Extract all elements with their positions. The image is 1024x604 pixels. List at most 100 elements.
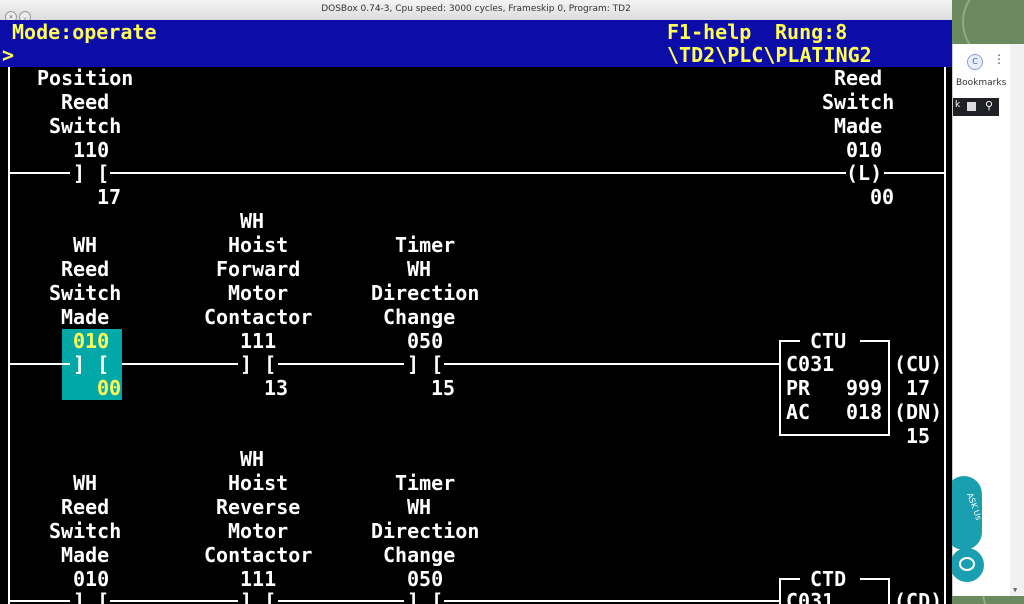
search-icon[interactable]: ⚲	[985, 99, 993, 112]
ctu-accum-value: 018	[846, 400, 883, 424]
ctu-dn-bit: 15	[906, 424, 931, 448]
status-header: Mode:operate F1-help Rung:8 > \TD2\PLC\P…	[0, 20, 952, 67]
browser-menu-icon[interactable]: ⋮	[993, 52, 1005, 66]
rung10-wire	[444, 600, 780, 602]
rung10-c2-address: 111	[240, 567, 277, 591]
ctu-dn-output[interactable]: (DN)	[894, 400, 942, 424]
rung10-c1-label-1: WH	[73, 471, 98, 495]
ctu-accum-label: AC	[786, 400, 811, 424]
rung10-c1-label-4: Made	[61, 543, 110, 567]
rung10-c3-symbol[interactable]: ] [	[407, 589, 443, 604]
rung8-latch-coil[interactable]: (L)	[846, 161, 882, 185]
window-title: DOSBox 0.74-3, Cpu speed: 3000 cycles, F…	[321, 4, 631, 14]
rung10-c3-label-3: Direction	[371, 519, 480, 543]
rung9-c3-label-2: WH	[407, 257, 432, 281]
ladder-screen: Mode:operate F1-help Rung:8 > \TD2\PLC\P…	[0, 20, 952, 604]
rung9-c2-label-3: Forward	[216, 257, 301, 281]
rung9-c3-bit: 15	[431, 376, 456, 400]
rung10-c1-label-3: Switch	[49, 519, 122, 543]
rung10-c2-label-1: WH	[240, 447, 265, 471]
rung10-c3-label-4: Change	[383, 543, 456, 567]
rung9-c2-symbol[interactable]: ] [	[240, 352, 276, 376]
rung10-c3-label-2: WH	[407, 495, 432, 519]
dosbox-window: × ⌄ DOSBox 0.74-3, Cpu speed: 3000 cycles…	[0, 0, 952, 604]
rung10-c2-label-5: Contactor	[204, 543, 313, 567]
rung9-c3-address: 050	[407, 329, 444, 353]
ctu-preset-value: 999	[846, 376, 883, 400]
rung8-contact-address: 110	[73, 138, 110, 162]
rung10-c2-label-3: Reverse	[216, 495, 301, 519]
rung8-coil-address: 010	[846, 138, 883, 162]
rung8-wire	[884, 172, 944, 174]
rung9-c1-label-1: WH	[73, 233, 98, 257]
rung8-contact-bit: 17	[97, 185, 122, 209]
ctd-counter-address: C031	[786, 589, 835, 604]
ctd-title: CTD	[810, 567, 847, 591]
rung9-c2-label-5: Contactor	[204, 305, 313, 329]
rung9-c3-label-4: Change	[383, 305, 456, 329]
rung-indicator: Rung:8	[775, 20, 848, 44]
rung8-contact-label-1: Position	[37, 66, 134, 90]
rung9-c2-address: 111	[240, 329, 277, 353]
rung9-c1-bit: 00	[97, 376, 122, 400]
rung8-contact-label-3: Switch	[49, 114, 122, 138]
rung8-contact-symbol[interactable]: ] [	[73, 161, 109, 185]
rung9-c2-label-4: Motor	[228, 281, 289, 305]
rung10-wire	[278, 600, 404, 602]
rung9-c1-address: 010	[73, 329, 110, 353]
rung9-c1-label-2: Reed	[61, 257, 110, 281]
scroll-down-icon[interactable]: ▼	[1013, 586, 1017, 594]
rung10-wire	[8, 600, 70, 602]
rung9-wire	[122, 363, 238, 365]
rung8-wire	[110, 172, 846, 174]
ctd-cd-output[interactable]: (CD)	[894, 589, 942, 604]
rung9-c3-label-3: Direction	[371, 281, 480, 305]
ask-us-label: ASK Us	[965, 491, 984, 522]
rung8-coil-bit: 00	[870, 185, 895, 209]
rung10-c1-symbol[interactable]: ] [	[73, 589, 109, 604]
rung10-c3-address: 050	[407, 567, 444, 591]
ctu-counter-address: C031	[786, 352, 835, 376]
mode-indicator: Mode:operate	[12, 20, 157, 44]
rung10-wire	[110, 600, 238, 602]
tab-fragment: k	[955, 100, 961, 110]
profile-avatar[interactable]: C	[967, 54, 983, 70]
rung9-wire	[444, 363, 780, 365]
rung8-contact-label-2: Reed	[61, 90, 110, 114]
program-path: \TD2\PLC\PLATING2	[667, 43, 872, 67]
rung9-c3-label-1: Timer	[395, 233, 456, 257]
rung10-c1-label-2: Reed	[61, 495, 110, 519]
window-titlebar[interactable]: × ⌄ DOSBox 0.74-3, Cpu speed: 3000 cycles…	[0, 0, 952, 23]
rung9-wire	[8, 363, 70, 365]
rung10-c2-label-2: Hoist	[228, 471, 289, 495]
rung8-wire	[8, 172, 70, 174]
extension-icon[interactable]	[967, 102, 976, 111]
rung9-c2-label-1: WH	[240, 209, 265, 233]
ctu-preset-label: PR	[786, 376, 811, 400]
browser-scrollbar[interactable]: ▼	[1010, 44, 1024, 596]
rung9-c2-label-2: Hoist	[228, 233, 289, 257]
help-hint: F1-help	[667, 20, 752, 44]
rung8-coil-label-1: Reed	[834, 66, 883, 90]
left-power-rail	[8, 67, 10, 604]
rung9-c1-symbol[interactable]: ] [	[73, 352, 109, 376]
rung10-c2-symbol[interactable]: ] [	[240, 589, 276, 604]
ctu-cu-output[interactable]: (CU)	[894, 352, 942, 376]
chat-bubble-icon	[959, 557, 975, 571]
rung8-coil-label-3: Made	[834, 114, 883, 138]
bookmarks-label[interactable]: Bookmarks	[956, 78, 1006, 88]
ctu-cu-bit: 17	[906, 376, 931, 400]
right-power-rail	[944, 67, 946, 604]
ctu-title: CTU	[810, 329, 847, 353]
rung9-wire	[278, 363, 404, 365]
rung10-c3-label-1: Timer	[395, 471, 456, 495]
rung9-c2-bit: 13	[264, 376, 289, 400]
chat-button[interactable]	[950, 548, 984, 582]
rung9-c3-symbol[interactable]: ] [	[407, 352, 443, 376]
rung10-c1-address: 010	[73, 567, 110, 591]
extension-bar: k ⚲	[953, 98, 999, 116]
rung10-c2-label-4: Motor	[228, 519, 289, 543]
rung9-c1-label-4: Made	[61, 305, 110, 329]
command-prompt[interactable]: >	[2, 43, 14, 67]
rung8-coil-label-2: Switch	[822, 90, 895, 114]
